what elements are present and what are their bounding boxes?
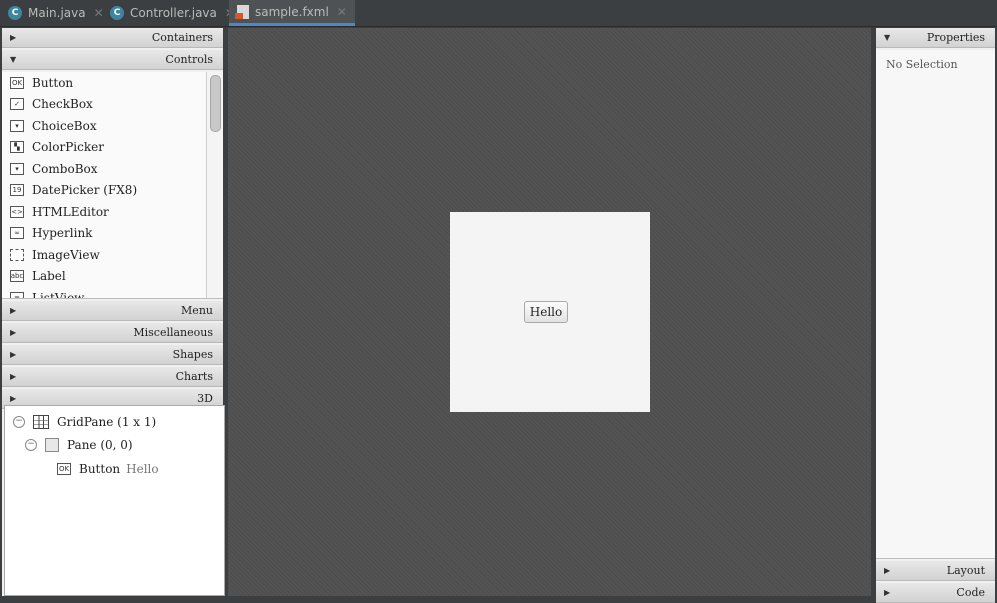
collapse-icon[interactable]: − <box>25 439 37 451</box>
section-properties[interactable]: ▼ Properties <box>876 28 995 48</box>
fxml-file-icon <box>235 4 249 19</box>
tree-item-button[interactable]: OK Button Hello <box>57 462 159 476</box>
section-title: Miscellaneous <box>133 326 213 339</box>
button-icon: OK <box>57 463 71 475</box>
collapsed-arrow-icon: ▶ <box>10 372 17 381</box>
scrollbar-thumb[interactable] <box>210 75 221 132</box>
tab-sample-fxml[interactable]: sample.fxml ✕ <box>229 0 355 26</box>
list-item-combobox[interactable]: ▾ ComboBox <box>2 158 223 180</box>
item-label: ListView <box>32 290 85 299</box>
list-item-datepicker[interactable]: 19 DatePicker (FX8) <box>2 180 223 202</box>
tab-main-java[interactable]: C Main.java ✕ <box>8 0 104 26</box>
item-label: Hyperlink <box>32 226 93 241</box>
section-title: Containers <box>151 31 213 44</box>
close-icon[interactable]: ✕ <box>337 5 347 19</box>
button-icon: OK <box>10 76 24 89</box>
collapsed-arrow-icon: ▶ <box>10 350 17 359</box>
section-menu[interactable]: ▶ Menu <box>2 301 223 321</box>
section-title: Controls <box>165 53 213 66</box>
item-label: DatePicker (FX8) <box>32 183 138 198</box>
tree-item-label: GridPane (1 x 1) <box>57 415 157 429</box>
gridpane-stage[interactable]: Hello <box>450 212 650 412</box>
editor-tab-bar: C Main.java ✕ C Controller.java ✕ sample… <box>0 0 997 27</box>
list-item-imageview[interactable]: ImageView <box>2 244 223 266</box>
collapsed-arrow-icon: ▶ <box>884 566 891 575</box>
tab-controller-java[interactable]: C Controller.java ✕ <box>110 0 235 26</box>
list-item-htmleditor[interactable]: <> HTMLEditor <box>2 201 223 223</box>
properties-body: No Selection <box>876 50 995 559</box>
item-label: ColorPicker <box>32 140 104 155</box>
library-panel: ▶ Containers ▼ Controls OK Button ✓ CheckB… <box>2 28 225 596</box>
tree-item-label: Button <box>79 462 121 476</box>
tree-item-pane[interactable]: − Pane (0, 0) <box>25 438 133 452</box>
section-code[interactable]: ▶ Code <box>876 583 995 603</box>
list-item-label[interactable]: abc Label <box>2 266 223 288</box>
link-icon: ∞ <box>10 227 24 240</box>
item-label: ImageView <box>32 247 100 262</box>
choicebox-icon: ▾ <box>10 119 24 132</box>
gridpane-icon <box>33 415 49 429</box>
item-label: HTMLEditor <box>32 204 109 219</box>
tree-item-label: Pane (0, 0) <box>67 438 133 452</box>
checkbox-icon: ✓ <box>10 98 24 111</box>
item-label: CheckBox <box>32 97 93 112</box>
item-label: Button <box>32 75 74 90</box>
html-editor-icon: <> <box>10 205 24 218</box>
list-item-choicebox[interactable]: ▾ ChoiceBox <box>2 115 223 137</box>
section-title: Code <box>956 586 985 599</box>
collapsed-arrow-icon: ▶ <box>10 394 17 403</box>
section-title: Menu <box>181 304 213 317</box>
item-label: ChoiceBox <box>32 118 97 133</box>
item-label: ComboBox <box>32 161 98 176</box>
java-class-icon: C <box>110 6 124 20</box>
expanded-arrow-icon: ▼ <box>10 55 17 64</box>
tab-label: sample.fxml <box>255 4 329 19</box>
section-layout[interactable]: ▶ Layout <box>876 561 995 581</box>
section-miscellaneous[interactable]: ▶ Miscellaneous <box>2 323 223 343</box>
java-class-icon: C <box>8 6 22 20</box>
section-shapes[interactable]: ▶ Shapes <box>2 345 223 365</box>
section-title: Charts <box>175 370 213 383</box>
tree-item-gridpane[interactable]: − GridPane (1 x 1) <box>13 415 156 429</box>
section-title: Layout <box>946 564 985 577</box>
collapsed-arrow-icon: ▶ <box>10 328 17 337</box>
list-item-button[interactable]: OK Button <box>2 72 223 94</box>
calendar-icon: 19 <box>10 184 24 197</box>
close-icon[interactable]: ✕ <box>94 6 104 20</box>
hello-button[interactable]: Hello <box>524 301 568 323</box>
tab-label: Main.java <box>28 6 86 20</box>
section-controls[interactable]: ▼ Controls <box>2 50 223 70</box>
section-charts[interactable]: ▶ Charts <box>2 367 223 387</box>
list-item-hyperlink[interactable]: ∞ Hyperlink <box>2 223 223 245</box>
section-title: 3D <box>197 392 213 405</box>
tab-label: Controller.java <box>130 6 217 20</box>
controls-scrollbar[interactable] <box>206 72 223 298</box>
pane-icon <box>45 438 59 452</box>
list-item-listview[interactable]: ≡ ListView <box>2 287 223 299</box>
list-view-icon: ≡ <box>10 291 24 298</box>
document-hierarchy: − GridPane (1 x 1) − Pane (0, 0) OK Butt… <box>4 405 225 596</box>
collapsed-arrow-icon: ▶ <box>10 33 17 42</box>
design-canvas[interactable]: Hello <box>228 28 871 596</box>
list-item-colorpicker[interactable]: ▚ ColorPicker <box>2 137 223 159</box>
combobox-icon: ▾ <box>10 162 24 175</box>
image-view-icon <box>10 248 24 261</box>
section-title: Properties <box>926 31 985 44</box>
section-containers[interactable]: ▶ Containers <box>2 28 223 48</box>
no-selection-text: No Selection <box>886 58 958 71</box>
collapsed-arrow-icon: ▶ <box>10 306 17 315</box>
section-title: Shapes <box>172 348 213 361</box>
inspector-panel: ▼ Properties No Selection ▶ Layout ▶ Cod… <box>876 28 995 603</box>
label-icon: abc <box>10 270 24 283</box>
colorpicker-icon: ▚ <box>10 141 24 154</box>
collapse-icon[interactable]: − <box>13 416 25 428</box>
collapsed-arrow-icon: ▶ <box>884 588 891 597</box>
controls-list: OK Button ✓ CheckBox ▾ ChoiceBox ▚ ColorPick… <box>2 72 223 299</box>
tree-item-text: Hello <box>126 462 159 476</box>
item-label: Label <box>32 269 66 284</box>
expanded-arrow-icon: ▼ <box>884 33 891 42</box>
list-item-checkbox[interactable]: ✓ CheckBox <box>2 94 223 116</box>
